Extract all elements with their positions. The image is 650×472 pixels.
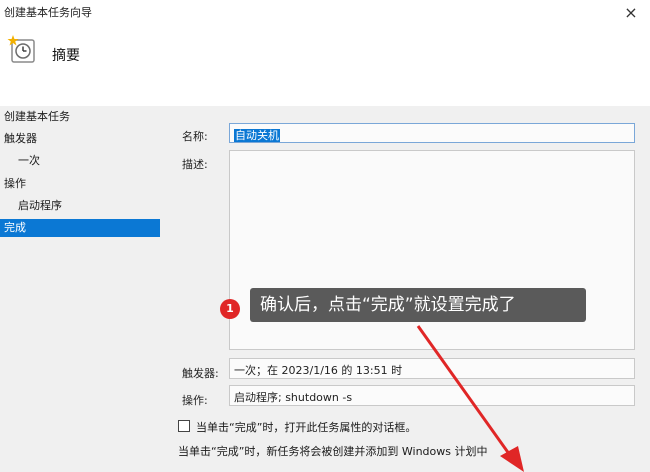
close-icon[interactable]: × — [622, 4, 640, 22]
action-label: 操作: — [182, 394, 208, 407]
finish-note: 当单击“完成”时，新任务将会被创建并添加到 Windows 计划中 — [178, 445, 488, 458]
open-properties-checkbox[interactable] — [178, 420, 190, 432]
open-properties-label[interactable]: 当单击“完成”时，打开此任务属性的对话框。 — [196, 419, 416, 435]
description-label: 描述: — [182, 158, 208, 171]
name-label: 名称: — [182, 130, 208, 143]
page-heading: 摘要 — [52, 48, 80, 64]
name-value: 自动关机 — [234, 129, 280, 142]
trigger-label: 触发器: — [182, 367, 219, 380]
wizard-body: 创建基本任务 触发器 一次 操作 启动程序 完成 名称: 自动关机 描述: 触发… — [0, 106, 650, 472]
name-field[interactable]: 自动关机 — [229, 123, 635, 143]
step-start-program[interactable]: 启动程序 — [18, 197, 62, 215]
callout-text: 确认后，点击“完成”就设置完成了 — [250, 288, 586, 322]
step-action[interactable]: 操作 — [4, 175, 26, 193]
step-trigger-once[interactable]: 一次 — [18, 152, 40, 170]
step-create-basic-task[interactable]: 创建基本任务 — [4, 108, 70, 126]
window-title: 创建基本任务向导 — [4, 6, 92, 19]
step-trigger[interactable]: 触发器 — [4, 130, 37, 148]
callout-number-badge: 1 — [220, 299, 240, 319]
trigger-field: 一次；在 2023/1/16 的 13:51 时 — [229, 358, 635, 379]
action-field: 启动程序; shutdown -s — [229, 385, 635, 406]
task-clock-icon — [6, 34, 38, 66]
step-finish[interactable]: 完成 — [0, 219, 160, 237]
